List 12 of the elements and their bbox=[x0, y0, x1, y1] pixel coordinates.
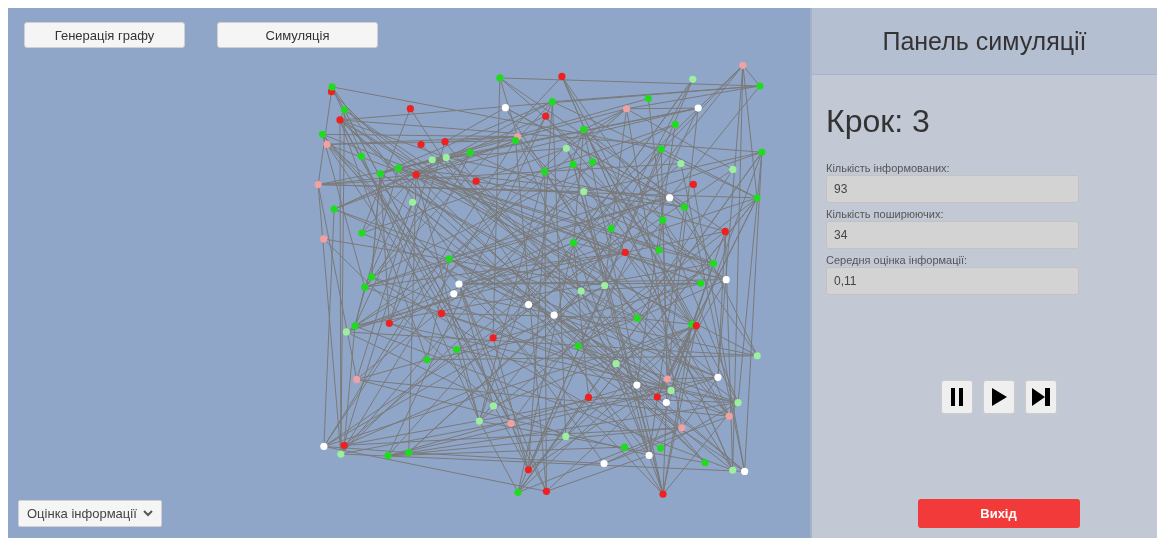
field-label: Кількість поширюючих: bbox=[826, 208, 944, 220]
input-field[interactable]: 93 bbox=[826, 175, 1079, 203]
toolbar-button[interactable]: Симуляція bbox=[217, 22, 378, 48]
input-field[interactable]: 0,11 bbox=[826, 267, 1079, 295]
dropdown[interactable]: Оцінка інформації bbox=[18, 500, 162, 527]
step-counter: Крок: 3 bbox=[826, 103, 930, 140]
field-label: Кількість інформованих: bbox=[826, 162, 950, 174]
toolbar-button[interactable]: Генерація графу bbox=[24, 22, 185, 48]
input-field[interactable]: 34 bbox=[826, 221, 1079, 249]
exit-button[interactable]: Вихід bbox=[917, 499, 1080, 528]
field-label: Середня оцінка інформації: bbox=[826, 254, 968, 266]
panel-title: Панель симуляції bbox=[882, 26, 1087, 56]
